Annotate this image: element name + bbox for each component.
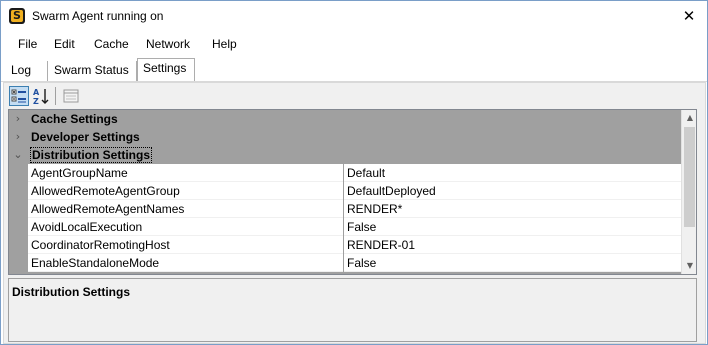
- menu-bar: File Edit Cache Network Help: [1, 32, 707, 56]
- toolbar-separator: [55, 87, 56, 105]
- property-value[interactable]: False: [347, 256, 376, 270]
- property-row[interactable]: AllowedRemoteAgentNames RENDER*: [9, 200, 681, 218]
- property-grid-toolbar: A Z: [5, 84, 705, 108]
- collapse-chevron-icon[interactable]: ⌄: [11, 146, 25, 164]
- property-value[interactable]: Default: [347, 166, 385, 180]
- property-value[interactable]: DefaultDeployed: [347, 184, 436, 198]
- menu-network[interactable]: Network: [146, 37, 190, 51]
- property-value[interactable]: False: [347, 220, 376, 234]
- swarm-agent-app-icon[interactable]: S: [9, 8, 25, 24]
- alphabetical-sort-icon: A Z: [33, 88, 49, 106]
- property-name: AgentGroupName: [31, 166, 128, 180]
- property-pages-icon: [63, 89, 79, 103]
- category-label: Cache Settings: [31, 112, 118, 126]
- category-distribution-settings[interactable]: ⌄ Distribution Settings: [9, 146, 681, 164]
- expand-chevron-icon[interactable]: ›: [11, 110, 25, 128]
- scrollbar-thumb[interactable]: [684, 127, 695, 227]
- app-window: S Swarm Agent running on ✕ File Edit Cac…: [0, 0, 708, 345]
- property-name: CoordinatorRemotingHost: [31, 238, 170, 252]
- category-developer-settings[interactable]: › Developer Settings: [9, 128, 681, 146]
- sort-letter-a: A: [33, 88, 40, 97]
- scroll-up-arrow-icon[interactable]: ▲: [682, 110, 696, 126]
- tab-swarm-status[interactable]: Swarm Status: [49, 61, 137, 82]
- title-bar[interactable]: S Swarm Agent running on ✕: [1, 1, 707, 32]
- categorized-view-icon: [11, 89, 26, 103]
- property-value[interactable]: RENDER*: [347, 202, 402, 216]
- app-icon-letter: S: [13, 9, 21, 22]
- property-name: EnableStandaloneMode: [31, 256, 160, 270]
- property-row[interactable]: AvoidLocalExecution False: [9, 218, 681, 236]
- category-partially-visible[interactable]: [9, 272, 681, 274]
- categorized-view-button[interactable]: [9, 86, 29, 106]
- property-row[interactable]: AllowedRemoteAgentGroup DefaultDeployed: [9, 182, 681, 200]
- menu-help[interactable]: Help: [212, 37, 237, 51]
- property-row[interactable]: AgentGroupName Default: [9, 164, 681, 182]
- property-name: AvoidLocalExecution: [31, 220, 143, 234]
- property-name: AllowedRemoteAgentGroup: [31, 184, 180, 198]
- description-pane: Distribution Settings: [8, 278, 697, 342]
- menu-cache[interactable]: Cache: [94, 37, 129, 51]
- property-name: AllowedRemoteAgentNames: [31, 202, 185, 216]
- property-value[interactable]: RENDER-01: [347, 238, 415, 252]
- alphabetical-sort-button[interactable]: A Z: [31, 86, 51, 106]
- tab-log[interactable]: Log: [6, 61, 48, 82]
- tab-strip: Log Swarm Status Settings: [1, 56, 707, 82]
- window-title: Swarm Agent running on: [32, 9, 164, 23]
- expand-chevron-icon[interactable]: ›: [11, 128, 25, 146]
- scroll-down-arrow-icon[interactable]: ▼: [682, 258, 696, 274]
- property-pages-button[interactable]: [61, 86, 81, 106]
- tab-settings[interactable]: Settings: [137, 58, 195, 82]
- category-label: Developer Settings: [31, 130, 140, 144]
- menu-file[interactable]: File: [18, 37, 37, 51]
- category-label: Distribution Settings: [30, 147, 152, 163]
- sort-letter-z: Z: [33, 97, 39, 106]
- category-cache-settings[interactable]: › Cache Settings: [9, 110, 681, 128]
- property-row[interactable]: CoordinatorRemotingHost RENDER-01: [9, 236, 681, 254]
- menu-edit[interactable]: Edit: [54, 37, 75, 51]
- property-row[interactable]: EnableStandaloneMode False: [9, 254, 681, 272]
- close-button[interactable]: ✕: [671, 1, 707, 31]
- vertical-scrollbar[interactable]: ▲ ▼: [681, 110, 696, 274]
- description-title: Distribution Settings: [12, 285, 130, 299]
- property-grid[interactable]: › Cache Settings › Developer Settings ⌄ …: [8, 109, 697, 275]
